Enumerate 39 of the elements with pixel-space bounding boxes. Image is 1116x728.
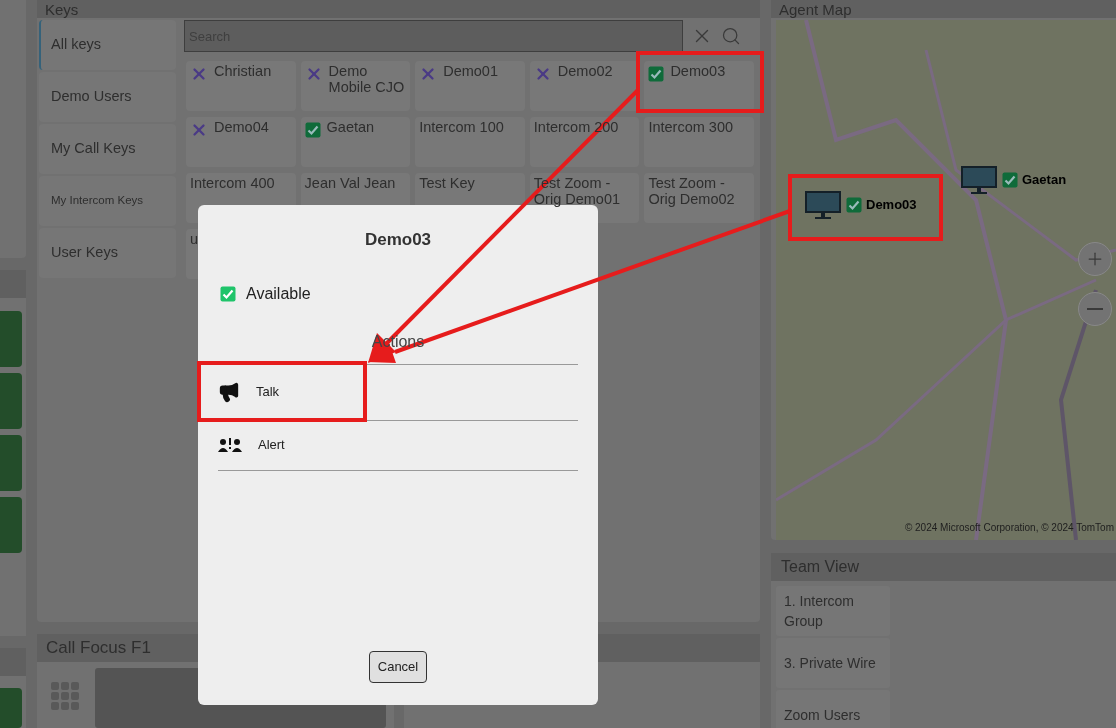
checkbox xyxy=(304,122,321,138)
marker-label: Demo03 xyxy=(866,196,917,215)
key-tile[interactable]: Intercom 300 xyxy=(644,117,754,167)
category-tab[interactable]: Demo Users xyxy=(39,72,176,122)
dialog-title: Demo03 xyxy=(364,229,432,251)
cancel-button[interactable]: Cancel xyxy=(368,651,428,683)
category-tab[interactable]: My Intercom Keys xyxy=(39,176,176,226)
side-button[interactable] xyxy=(0,435,22,492)
side-button[interactable] xyxy=(0,497,22,554)
category-tab[interactable]: All keys xyxy=(39,20,176,70)
key-tile[interactable]: Demo Mobile CJO xyxy=(300,61,411,111)
megaphone-icon xyxy=(218,381,240,403)
monitor-icon xyxy=(960,165,998,195)
side-button[interactable] xyxy=(0,373,22,430)
key-tile[interactable]: Demo04 xyxy=(186,117,296,167)
key-tile[interactable]: Test Zoom - Orig Demo02 xyxy=(644,173,754,223)
key-tile[interactable]: Christian xyxy=(186,61,296,111)
marker-label: Gaetan xyxy=(1022,171,1067,190)
monitor-icon xyxy=(804,190,842,220)
key-tile[interactable]: Gaetan xyxy=(300,117,411,167)
team-group[interactable]: Zoom Users xyxy=(776,690,890,728)
category-tab[interactable]: My Call Keys xyxy=(39,124,176,174)
key-tile[interactable]: Intercom 100 xyxy=(415,117,525,167)
category-tab[interactable]: User Keys xyxy=(39,228,176,278)
team-group[interactable]: 3. Private Wire xyxy=(776,638,890,688)
side-button[interactable] xyxy=(0,688,22,728)
action-item[interactable]: Alert xyxy=(218,420,578,471)
people-alert-icon xyxy=(218,437,242,453)
action-item[interactable]: Talk xyxy=(218,364,578,421)
search-icon[interactable] xyxy=(721,26,741,46)
side-button[interactable] xyxy=(0,311,22,368)
checkbox-label: Available xyxy=(246,283,311,304)
team-group[interactable]: 1. Intercom Group xyxy=(776,586,890,636)
key-tile[interactable]: Demo03 xyxy=(644,61,754,111)
keypad-icon[interactable] xyxy=(51,682,79,712)
map-copyright: © 2024 Microsoft Corporation, © 2024 TomTom xyxy=(904,521,1114,535)
key-tile[interactable]: Demo01 xyxy=(415,61,525,111)
minus-icon xyxy=(1087,308,1103,310)
checkbox xyxy=(648,66,665,82)
